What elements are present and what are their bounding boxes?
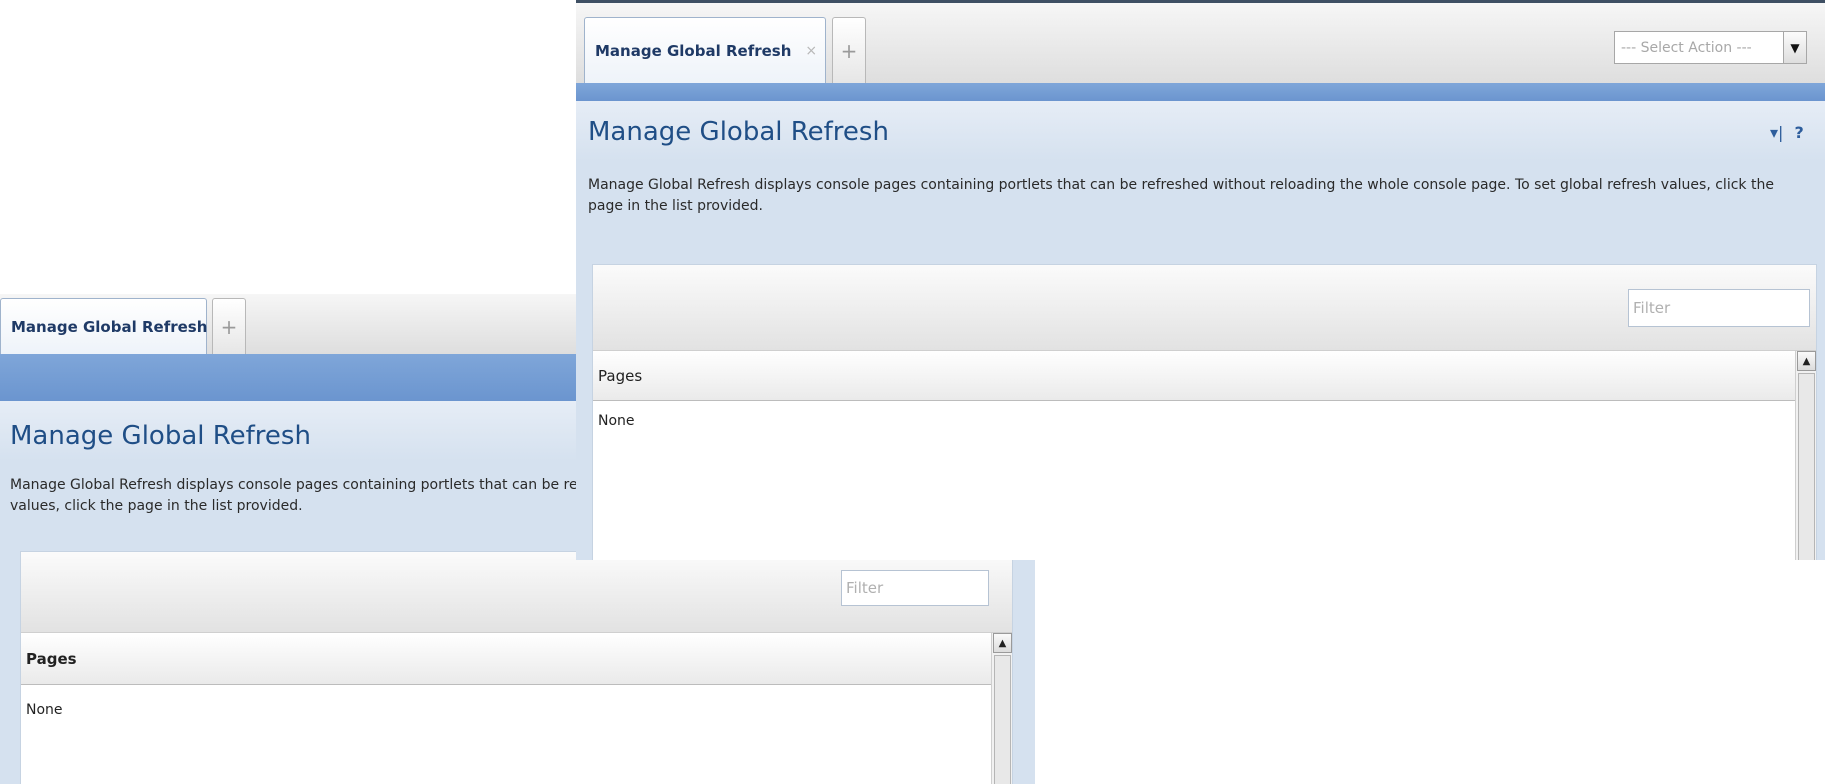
chevron-down-icon[interactable]: ▼ [1783,32,1806,63]
table-row[interactable]: None [593,413,1795,429]
add-tab-button[interactable]: + [212,298,246,354]
scroll-up-arrow-icon[interactable]: ▲ [1797,351,1816,371]
scroll-up-arrow-icon[interactable]: ▲ [993,633,1012,653]
add-tab-button[interactable]: + [832,17,866,83]
plus-icon: + [220,314,238,339]
filter-input[interactable] [841,570,989,606]
scroll-track[interactable] [1798,373,1815,560]
table-toolbar [593,265,1816,351]
tab-label: Manage Global Refresh [595,41,792,60]
table-scrollbar[interactable]: ▲ [991,633,1012,784]
plus-icon: + [840,38,858,63]
tab-manage-global-refresh[interactable]: Manage Global Refresh × [584,17,826,83]
table-row[interactable]: None [21,702,991,718]
help-icon[interactable]: ? [1795,123,1804,142]
content-area: Manage Global Refresh ▾| ? Manage Global… [576,101,1825,560]
column-header-pages[interactable]: Pages [593,351,1795,401]
table-toolbar [21,552,1012,633]
scroll-track[interactable] [994,655,1011,784]
close-icon[interactable]: × [805,43,817,59]
minimize-icon[interactable]: ▾| [1770,123,1783,142]
pages-table: Pages None ▲ [592,264,1817,560]
tab-manage-global-refresh[interactable]: Manage Global Refresh × [0,298,233,354]
select-action-value: --- Select Action --- [1621,39,1752,56]
page-description: Manage Global Refresh displays console p… [588,177,1774,214]
header-strip [576,83,1825,101]
page-title: Manage Global Refresh [10,421,311,451]
column-header-pages[interactable]: Pages [21,633,991,685]
page-help-controls: ▾| ? [1770,123,1804,142]
console-window-front: Manage Global Refresh × + --- Select Act… [576,0,1825,560]
page-title: Manage Global Refresh [588,117,889,147]
tab-label: Manage Global Refresh [11,317,208,336]
table-scrollbar[interactable]: ▲ [1795,351,1816,560]
filter-input[interactable] [1628,289,1810,327]
pages-table: Pages None ▲ [20,551,1013,784]
tab-bar: Manage Global Refresh × + --- Select Act… [576,3,1825,84]
select-action-dropdown[interactable]: --- Select Action --- ▼ [1614,31,1807,64]
